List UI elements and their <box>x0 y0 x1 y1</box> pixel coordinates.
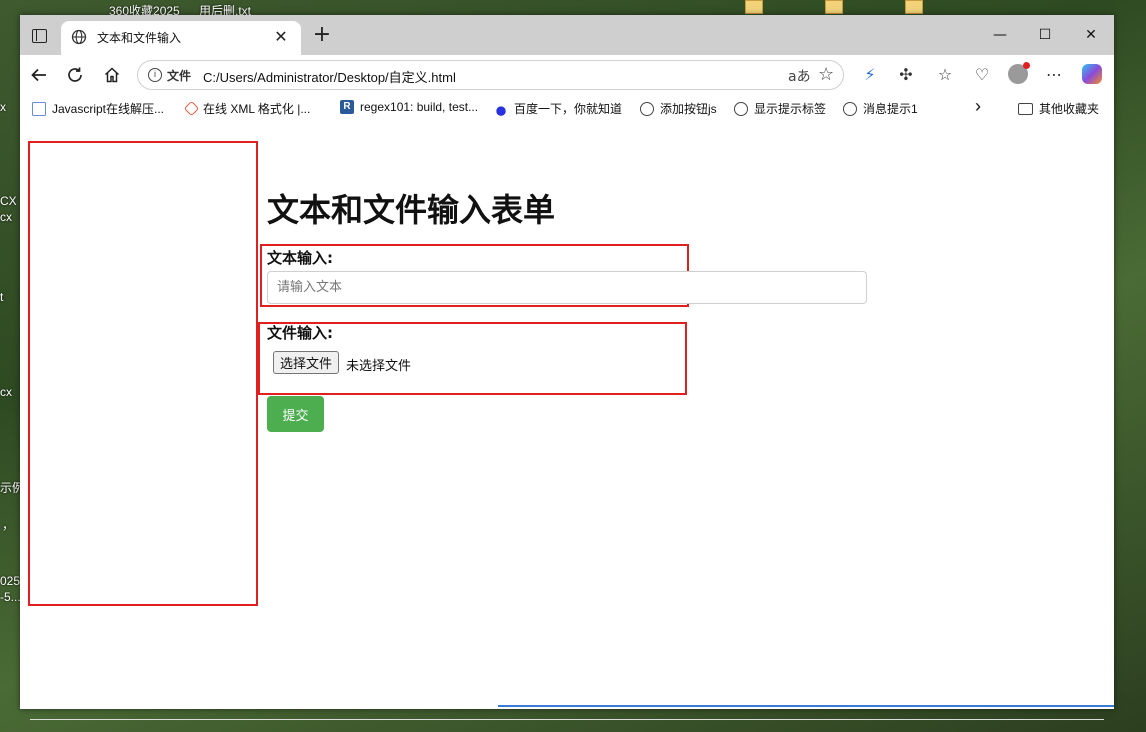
bookmarks-more-button[interactable]: › <box>975 96 981 117</box>
home-button[interactable] <box>99 63 125 87</box>
bookmark-label: 在线 XML 格式化 |... <box>203 102 311 116</box>
file-status-text: 未选择文件 <box>346 359 412 374</box>
bookmark-label: 添加按钮js <box>660 102 717 116</box>
site-info-icon[interactable]: i <box>148 68 162 82</box>
reload-button[interactable] <box>62 63 88 87</box>
desktop-label: cx <box>0 385 12 399</box>
bookmark-item[interactable]: 在线 XML 格式化 |... <box>183 100 311 117</box>
address-url[interactable]: C:/Users/Administrator/Desktop/自定义.html <box>203 67 456 86</box>
js-file-icon <box>32 101 46 116</box>
bookmark-item[interactable]: 消息提示1 <box>843 100 918 117</box>
bookmark-label: 百度一下，你就知道 <box>514 102 623 116</box>
tab-close-icon[interactable]: ✕ <box>271 27 291 46</box>
tab-actions-icon <box>31 29 47 43</box>
back-button[interactable] <box>26 63 52 87</box>
xml-icon <box>183 100 200 117</box>
navigation-toolbar: i 文件 C:/Users/Administrator/Desktop/自定义.… <box>20 55 1114 95</box>
extension-bolt-icon[interactable]: ⚡ <box>858 64 882 86</box>
bookmark-label: 显示提示标签 <box>754 102 827 116</box>
new-tab-button[interactable]: + <box>310 23 334 47</box>
bookmark-item[interactable]: Javascript在线解压... <box>32 100 164 117</box>
page-title: 文本和文件输入表单 <box>267 191 556 229</box>
close-window-button[interactable]: ✕ <box>1076 23 1106 47</box>
address-scheme-label: 文件 <box>167 69 192 83</box>
bookmark-item[interactable]: 显示提示标签 <box>734 100 826 117</box>
read-aloud-icon[interactable]: aあ <box>788 66 811 86</box>
text-input[interactable] <box>267 271 867 304</box>
maximize-button[interactable]: ☐ <box>1030 23 1060 47</box>
desktop-label: -5... <box>0 590 21 604</box>
other-bookmarks-label: 其他收藏夹 <box>1039 102 1100 116</box>
desktop-label: ， <box>2 518 15 532</box>
text-input-label: 文本输入: <box>267 249 333 267</box>
desktop-label: x <box>0 100 6 114</box>
baidu-paw-icon <box>494 101 508 116</box>
globe-icon <box>734 101 748 116</box>
more-menu-icon[interactable]: ⋯ <box>1042 64 1066 86</box>
favorites-icon[interactable]: ☆ <box>933 64 957 86</box>
highlight-box-sidebar <box>28 141 258 606</box>
other-bookmarks-folder[interactable]: 其他收藏夹 <box>1018 100 1099 117</box>
browser-essentials-icon[interactable]: ♡ <box>970 64 994 86</box>
desktop-file-icon[interactable] <box>745 0 763 14</box>
back-arrow-icon <box>31 68 46 82</box>
bookmark-label: regex101: build, test... <box>360 100 479 114</box>
tab-actions-button[interactable] <box>28 25 50 47</box>
address-bar[interactable]: i 文件 C:/Users/Administrator/Desktop/自定义.… <box>137 60 844 90</box>
submit-button[interactable]: 提交 <box>267 396 324 432</box>
globe-icon <box>640 101 654 116</box>
extensions-puzzle-icon[interactable]: ✣ <box>894 64 918 86</box>
profile-avatar[interactable] <box>1006 62 1030 86</box>
desktop-file-icon[interactable] <box>905 0 923 14</box>
copilot-icon[interactable] <box>1080 64 1104 86</box>
bookmark-item[interactable]: 百度一下，你就知道 <box>494 100 622 117</box>
reload-icon <box>68 67 82 82</box>
bookmarks-bar: Javascript在线解压... 在线 XML 格式化 |... R rege… <box>20 95 1114 123</box>
desktop-label: cx <box>0 210 12 224</box>
home-icon <box>104 67 120 83</box>
choose-file-button[interactable]: 选择文件 <box>273 351 340 374</box>
globe-icon <box>71 29 87 45</box>
minimize-button[interactable]: — <box>985 23 1015 47</box>
favorite-star-icon[interactable]: ☆ <box>818 64 834 85</box>
desktop-file-icon[interactable] <box>825 0 843 14</box>
desktop-label: CX <box>0 194 17 208</box>
bookmark-item[interactable]: 添加按钮js <box>640 100 717 117</box>
tab-bar: 文本和文件输入 ✕ + — ☐ ✕ <box>20 15 1114 55</box>
progress-line <box>498 705 1114 707</box>
bookmark-label: 消息提示1 <box>863 102 918 116</box>
desktop-label: t <box>0 290 4 304</box>
regex-r-icon: R <box>340 100 354 114</box>
browser-window: 文本和文件输入 ✕ + — ☐ ✕ i 文件 C:/Users/Administ… <box>20 15 1114 720</box>
file-input-label: 文件输入: <box>267 324 333 342</box>
folder-icon <box>1018 102 1033 115</box>
bookmark-label: Javascript在线解压... <box>52 102 165 116</box>
page-viewport: 文本和文件输入表单 文本输入: 文件输入: 选择文件 未选择文件 提交 <box>20 123 1114 720</box>
tab-title: 文本和文件输入 <box>97 31 182 45</box>
bookmark-item[interactable]: R regex101: build, test... <box>340 100 478 114</box>
tab-active[interactable]: 文本和文件输入 ✕ <box>61 21 301 55</box>
globe-icon <box>843 101 857 116</box>
divider <box>30 719 1104 720</box>
desktop-top-strip: 360收藏2025 用后删.txt <box>0 0 1146 18</box>
